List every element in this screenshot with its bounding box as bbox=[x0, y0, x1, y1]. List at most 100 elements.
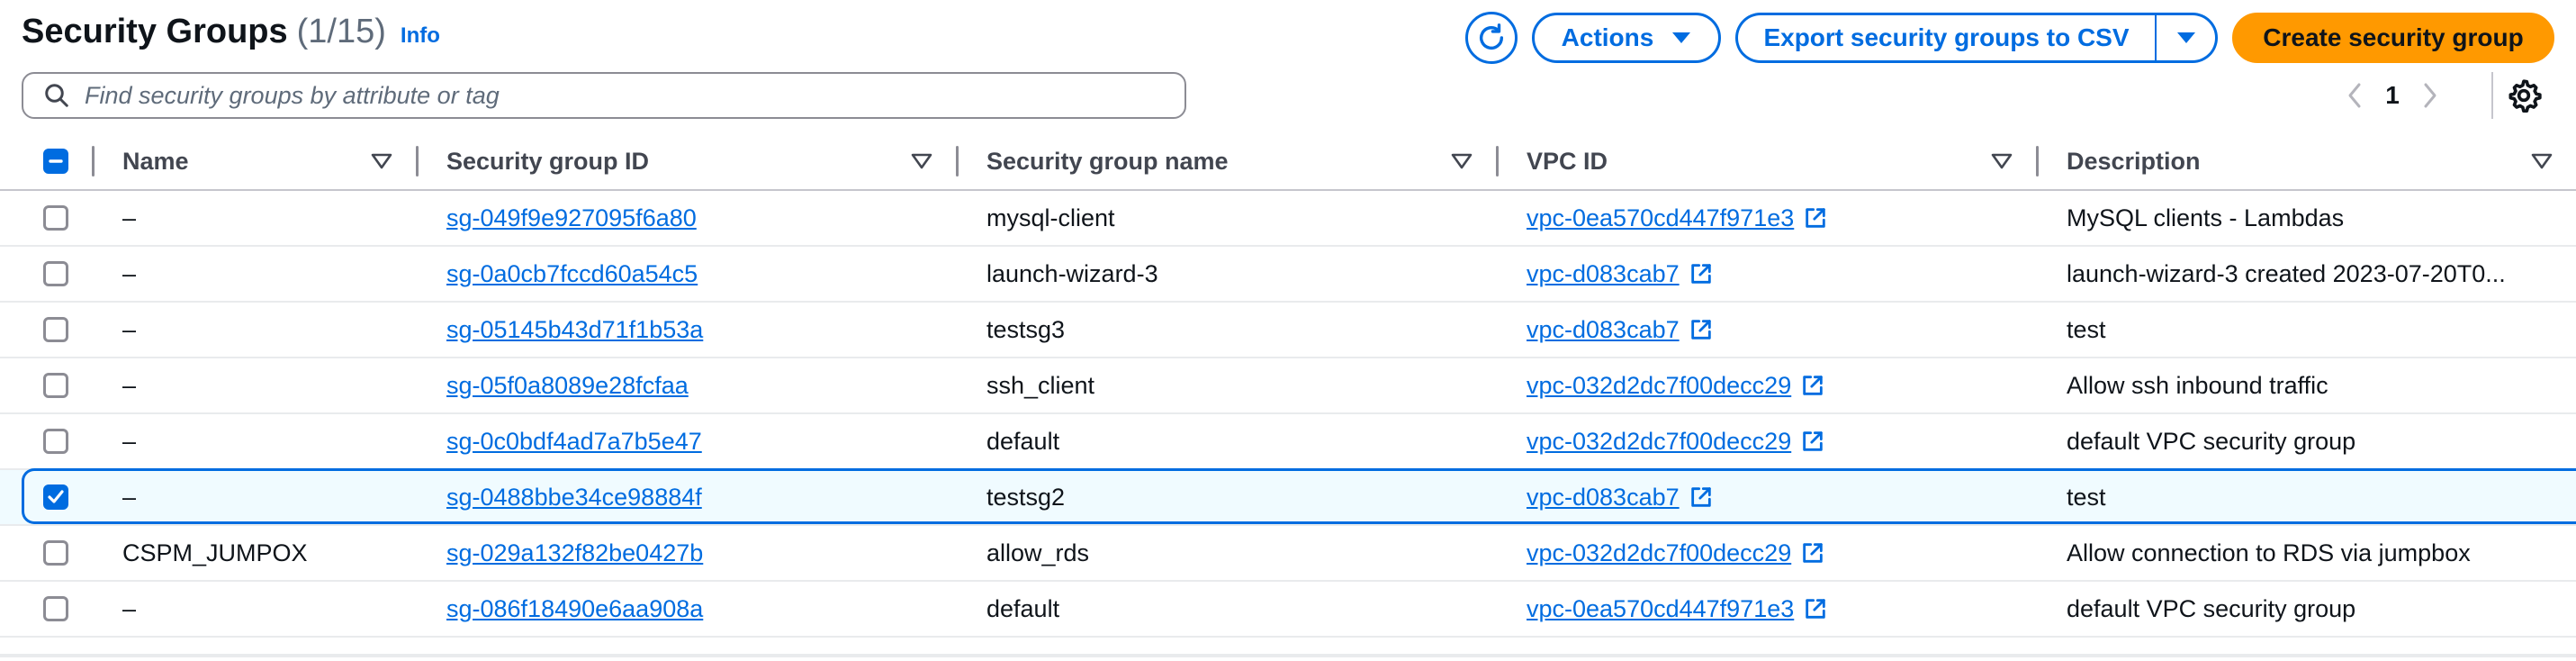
column-header-vpc-id[interactable]: VPC ID bbox=[1527, 133, 1608, 189]
search-icon bbox=[45, 84, 68, 107]
row-checkbox[interactable] bbox=[43, 484, 68, 510]
row-checkbox[interactable] bbox=[43, 596, 68, 621]
row-checkbox[interactable] bbox=[43, 540, 68, 566]
column-separator[interactable] bbox=[92, 146, 95, 177]
row-checkbox[interactable] bbox=[43, 261, 68, 286]
vpc-id-link[interactable]: vpc-d083cab7 bbox=[1527, 484, 1680, 512]
cell-description: test bbox=[2067, 303, 2553, 357]
column-header-name[interactable]: Name bbox=[122, 133, 189, 189]
row-checkbox[interactable] bbox=[43, 373, 68, 398]
next-page-button[interactable] bbox=[2412, 77, 2448, 113]
cell-sg-name: launch-wizard-3 bbox=[986, 247, 1491, 301]
table-row[interactable]: CSPM_JUMPOX sg-029a132f82be0427b allow_rds… bbox=[0, 526, 2576, 582]
column-header-description[interactable]: Description bbox=[2067, 133, 2201, 189]
create-security-group-label: Create security group bbox=[2263, 23, 2524, 51]
table-row[interactable]: – sg-086f18490e6aa908a default vpc-0ea570cd… bbox=[0, 582, 2576, 638]
cell-sg-name: default bbox=[986, 582, 1491, 636]
create-security-group-button[interactable]: Create security group bbox=[2232, 13, 2554, 63]
cell-sg-name: testsg3 bbox=[986, 303, 1491, 357]
row-checkbox[interactable] bbox=[43, 205, 68, 231]
export-options-button[interactable] bbox=[2155, 13, 2218, 63]
column-separator[interactable] bbox=[2036, 146, 2039, 177]
sg-name-value: allow_rds bbox=[986, 539, 1090, 566]
cell-sg-id: sg-029a132f82be0427b bbox=[446, 526, 950, 580]
table-row[interactable]: – sg-05f0a8089e28fcfaa ssh_client vpc-032d2… bbox=[0, 358, 2576, 414]
column-header-sg-name[interactable]: Security group name bbox=[986, 133, 1229, 189]
cell-name: – bbox=[122, 470, 410, 524]
sg-id-link[interactable]: sg-0488bbe34ce98884f bbox=[446, 484, 702, 512]
external-link-icon bbox=[1803, 376, 1823, 395]
sg-id-link[interactable]: sg-0a0cb7fccd60a54c5 bbox=[446, 260, 698, 288]
table-row[interactable]: – sg-049f9e927095f6a80 mysql-client vpc-0ea… bbox=[0, 191, 2576, 247]
vpc-id-link[interactable]: vpc-032d2dc7f00decc29 bbox=[1527, 539, 1791, 567]
sg-name-value: testsg2 bbox=[986, 483, 1066, 511]
cell-sg-id: sg-0488bbe34ce98884f bbox=[446, 470, 950, 524]
vpc-id-link[interactable]: vpc-d083cab7 bbox=[1527, 316, 1680, 344]
external-link-icon bbox=[1690, 264, 1711, 284]
vpc-id-link[interactable]: vpc-0ea570cd447f971e3 bbox=[1527, 204, 1794, 232]
table-row[interactable]: – sg-0c0bdf4ad7a7b5e47 default vpc-032d2dc7… bbox=[0, 414, 2576, 470]
cell-description: launch-wizard-3 created 2023-07-20T0... bbox=[2067, 247, 2553, 301]
vpc-id-link[interactable]: vpc-032d2dc7f00decc29 bbox=[1527, 372, 1791, 400]
search-bar[interactable] bbox=[22, 72, 1186, 119]
checkmark-icon bbox=[48, 490, 64, 503]
row-checkbox[interactable] bbox=[43, 317, 68, 342]
column-header-label: VPC ID bbox=[1527, 147, 1608, 175]
table-row[interactable]: – sg-0a0cb7fccd60a54c5 launch-wizard-3 vpc-… bbox=[0, 247, 2576, 303]
sg-id-link[interactable]: sg-086f18490e6aa908a bbox=[446, 595, 703, 623]
cell-name: – bbox=[122, 358, 410, 412]
selection-count: (1/15) bbox=[296, 13, 386, 50]
cell-name: – bbox=[122, 303, 410, 357]
column-header-sg-id[interactable]: Security group ID bbox=[446, 133, 649, 189]
refresh-button[interactable] bbox=[1465, 12, 1518, 64]
search-input[interactable] bbox=[83, 80, 1166, 111]
column-separator[interactable] bbox=[1496, 146, 1499, 177]
column-separator[interactable] bbox=[956, 146, 959, 177]
cell-sg-name: allow_rds bbox=[986, 526, 1491, 580]
cell-description: MySQL clients - Lambdas bbox=[2067, 191, 2553, 245]
sg-id-link[interactable]: sg-05f0a8089e28fcfaa bbox=[446, 372, 689, 400]
page-number[interactable]: 1 bbox=[2373, 81, 2412, 110]
sg-name-value: ssh_client bbox=[986, 371, 1095, 399]
table-row[interactable]: – sg-05145b43d71f1b53a testsg3 vpc-d083cab7… bbox=[0, 303, 2576, 358]
cell-description: default VPC security group bbox=[2067, 582, 2553, 636]
row-checkbox[interactable] bbox=[43, 429, 68, 454]
cell-sg-id: sg-0a0cb7fccd60a54c5 bbox=[446, 247, 950, 301]
sg-id-link[interactable]: sg-049f9e927095f6a80 bbox=[446, 204, 697, 232]
column-separator[interactable] bbox=[416, 146, 419, 177]
cell-sg-id: sg-0c0bdf4ad7a7b5e47 bbox=[446, 414, 950, 468]
name-value: CSPM_JUMPOX bbox=[122, 539, 308, 566]
actions-button[interactable]: Actions bbox=[1532, 13, 1721, 63]
preferences-button[interactable] bbox=[2506, 77, 2542, 113]
name-value: – bbox=[122, 594, 137, 622]
sort-icon[interactable] bbox=[1991, 152, 2013, 170]
sort-icon[interactable] bbox=[911, 152, 932, 170]
sg-name-value: testsg3 bbox=[986, 315, 1066, 343]
sort-icon[interactable] bbox=[2531, 152, 2553, 170]
title-wrap: Security Groups (1/15) Info bbox=[22, 13, 440, 51]
vpc-id-link[interactable]: vpc-032d2dc7f00decc29 bbox=[1527, 428, 1791, 456]
cell-vpc-id: vpc-0ea570cd447f971e3 bbox=[1527, 191, 2031, 245]
sort-icon[interactable] bbox=[371, 152, 392, 170]
column-header-label: Name bbox=[122, 147, 189, 175]
previous-page-button[interactable] bbox=[2337, 77, 2373, 113]
table-row[interactable]: – sg-0488bbe34ce98884f testsg2 vpc-d083cab7… bbox=[0, 470, 2576, 526]
external-link-icon bbox=[1806, 599, 1825, 619]
vpc-id-link[interactable]: vpc-0ea570cd447f971e3 bbox=[1527, 595, 1794, 623]
refresh-icon bbox=[1479, 23, 1504, 50]
description-value: default VPC security group bbox=[2067, 594, 2356, 622]
export-csv-button[interactable]: Export security groups to CSV bbox=[1735, 13, 2157, 63]
page-header: Security Groups (1/15) Info Actions Expo… bbox=[0, 0, 2576, 76]
info-link[interactable]: Info bbox=[401, 23, 440, 49]
external-link-icon bbox=[1803, 543, 1823, 563]
select-all-checkbox[interactable] bbox=[43, 149, 68, 174]
cell-sg-name: testsg2 bbox=[986, 470, 1491, 524]
name-value: – bbox=[122, 371, 137, 399]
sg-id-link[interactable]: sg-029a132f82be0427b bbox=[446, 539, 703, 567]
vpc-id-link[interactable]: vpc-d083cab7 bbox=[1527, 260, 1680, 288]
sg-id-link[interactable]: sg-05145b43d71f1b53a bbox=[446, 316, 703, 344]
column-header-label: Security group name bbox=[986, 147, 1229, 175]
sort-icon[interactable] bbox=[1451, 152, 1473, 170]
export-csv-label: Export security groups to CSV bbox=[1763, 23, 2130, 51]
sg-id-link[interactable]: sg-0c0bdf4ad7a7b5e47 bbox=[446, 428, 702, 456]
